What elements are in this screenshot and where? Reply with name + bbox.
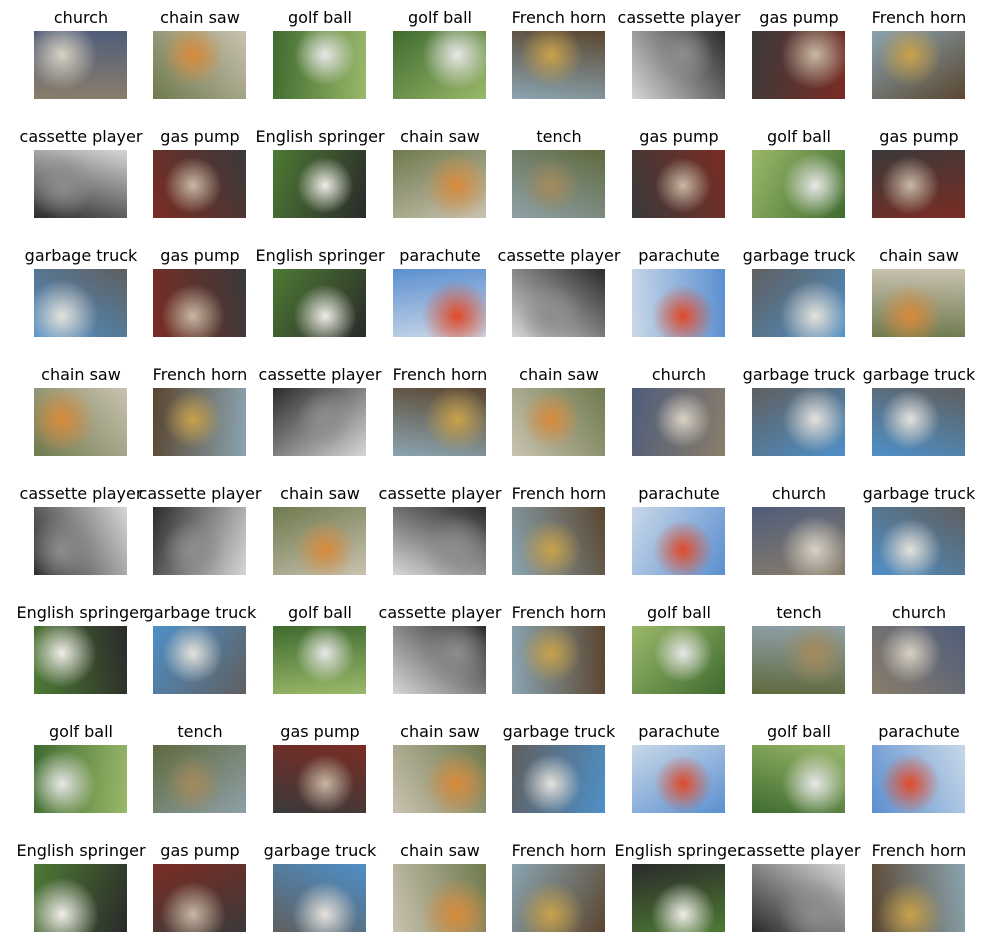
- image-thumbnail: [512, 864, 605, 932]
- image-thumbnail: [752, 507, 845, 575]
- image-thumbnail: [632, 269, 725, 337]
- grid-cell: French horn: [859, 0, 979, 99]
- image-thumbnail: [632, 31, 725, 99]
- image-thumbnail: [153, 507, 246, 575]
- image-thumbnail: [752, 745, 845, 813]
- image-label: church: [891, 603, 947, 622]
- image-thumbnail: [393, 150, 486, 218]
- image-thumbnail: [393, 269, 486, 337]
- image-thumbnail: [512, 150, 605, 218]
- image-thumbnail: [632, 388, 725, 456]
- image-thumbnail: [273, 507, 366, 575]
- image-thumbnail: [872, 388, 965, 456]
- image-thumbnail: [34, 31, 127, 99]
- image-label: chain saw: [879, 246, 959, 265]
- image-thumbnail: [632, 507, 725, 575]
- image-thumbnail: [273, 31, 366, 99]
- image-thumbnail: [872, 269, 965, 337]
- image-thumbnail: [512, 626, 605, 694]
- image-thumbnail: [752, 864, 845, 932]
- image-label: French horn: [871, 8, 967, 27]
- image-thumbnail: [34, 745, 127, 813]
- image-thumbnail: [512, 269, 605, 337]
- image-thumbnail: [872, 745, 965, 813]
- image-thumbnail: [393, 388, 486, 456]
- image-thumbnail: [393, 864, 486, 932]
- image-thumbnail: [512, 507, 605, 575]
- image-thumbnail: [153, 745, 246, 813]
- image-thumbnail: [872, 31, 965, 99]
- image-thumbnail: [153, 388, 246, 456]
- image-thumbnail: [273, 150, 366, 218]
- image-label: gas pump: [879, 127, 959, 146]
- image-thumbnail: [34, 150, 127, 218]
- image-label: parachute: [878, 722, 960, 741]
- image-thumbnail: [393, 626, 486, 694]
- image-thumbnail: [273, 269, 366, 337]
- image-grid: church chain saw golf ball golf ball French …: [0, 0, 988, 943]
- image-thumbnail: [393, 31, 486, 99]
- image-thumbnail: [393, 507, 486, 575]
- image-thumbnail: [752, 388, 845, 456]
- grid-cell: garbage truck: [859, 476, 979, 575]
- image-thumbnail: [512, 388, 605, 456]
- grid-cell: chain saw: [859, 238, 979, 337]
- image-thumbnail: [153, 269, 246, 337]
- image-thumbnail: [153, 864, 246, 932]
- image-thumbnail: [153, 31, 246, 99]
- image-thumbnail: [273, 626, 366, 694]
- image-thumbnail: [872, 626, 965, 694]
- image-label: French horn: [871, 841, 967, 860]
- image-thumbnail: [34, 269, 127, 337]
- grid-cell: gas pump: [859, 119, 979, 218]
- image-thumbnail: [752, 150, 845, 218]
- image-thumbnail: [632, 864, 725, 932]
- grid-cell: French horn: [859, 833, 979, 932]
- image-thumbnail: [512, 745, 605, 813]
- image-thumbnail: [752, 626, 845, 694]
- image-thumbnail: [34, 626, 127, 694]
- grid-cell: parachute: [859, 714, 979, 813]
- image-thumbnail: [632, 150, 725, 218]
- image-thumbnail: [512, 31, 605, 99]
- image-thumbnail: [153, 626, 246, 694]
- image-thumbnail: [34, 507, 127, 575]
- image-thumbnail: [393, 745, 486, 813]
- image-label: garbage truck: [862, 365, 976, 384]
- image-thumbnail: [273, 864, 366, 932]
- image-label: garbage truck: [862, 484, 976, 503]
- image-thumbnail: [273, 388, 366, 456]
- image-thumbnail: [273, 745, 366, 813]
- image-thumbnail: [872, 864, 965, 932]
- image-thumbnail: [632, 745, 725, 813]
- grid-cell: garbage truck: [859, 357, 979, 456]
- image-thumbnail: [34, 864, 127, 932]
- image-thumbnail: [872, 150, 965, 218]
- image-thumbnail: [752, 31, 845, 99]
- image-thumbnail: [153, 150, 246, 218]
- image-thumbnail: [632, 626, 725, 694]
- grid-cell: church: [859, 595, 979, 694]
- image-thumbnail: [34, 388, 127, 456]
- image-thumbnail: [752, 269, 845, 337]
- image-thumbnail: [872, 507, 965, 575]
